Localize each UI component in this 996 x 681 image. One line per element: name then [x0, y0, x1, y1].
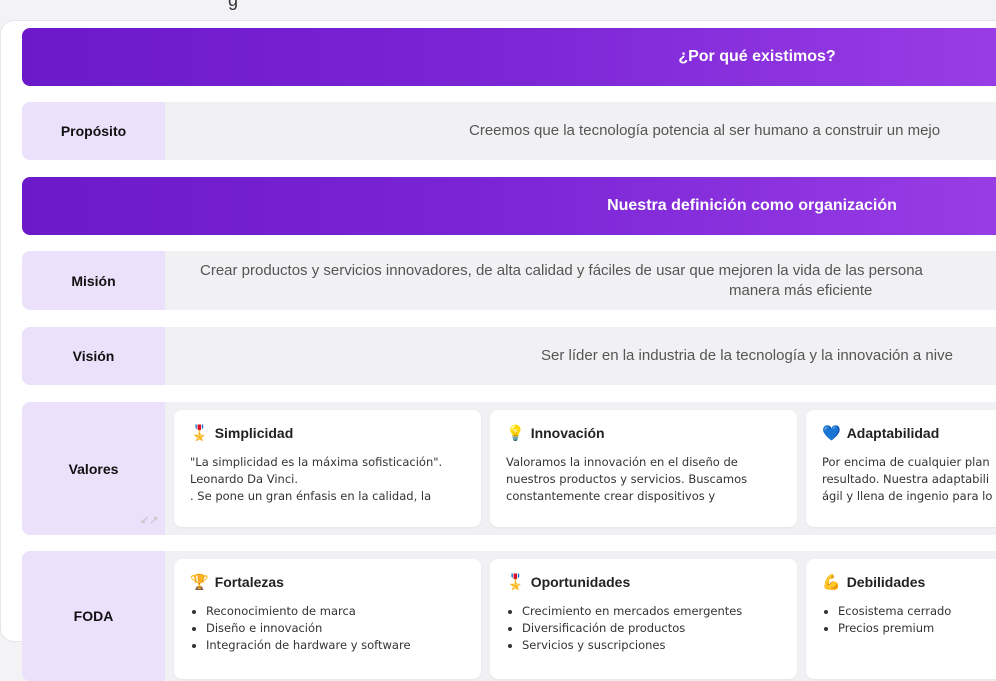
why-section-title: ¿Por qué existimos? [678, 48, 836, 65]
definition-section-title: Nuestra definición como organización [607, 197, 897, 214]
blue-heart-icon: 💙 [822, 425, 841, 442]
value-card-simplicidad[interactable]: 🎖️ Simplicidad "La simplicidad es la máxi… [174, 410, 481, 527]
list-item: Servicios y suscripciones [522, 637, 783, 654]
trophy-icon: 🏆 [190, 574, 209, 591]
value-card-title: Innovación [530, 425, 605, 441]
value-card-text: resultado. Nuestra adaptabili [822, 472, 990, 486]
mission-text-line-2: manera más eficiente [729, 282, 873, 299]
purpose-row: Propósito Creemos que la tecnología pote… [22, 102, 996, 160]
list-item: Ecosistema cerrado [838, 603, 996, 620]
value-card-adaptabilidad[interactable]: 💙 Adaptabilidad Por encima de cualquier p… [806, 410, 996, 527]
swot-card-fortalezas[interactable]: 🏆 Fortalezas Reconocimiento de marca Dise… [174, 559, 481, 679]
swot-card-title: Oportunidades [530, 574, 631, 590]
values-row: Valores ↙↗ 🎖️ Simplicidad "La simplicidad… [22, 402, 996, 535]
swot-label: FODA [22, 551, 165, 681]
list-item: Diversificación de productos [522, 620, 783, 637]
value-card-innovacion[interactable]: 💡 Innovación Valoramos la innovación en e… [490, 410, 797, 527]
medal-icon: 🎖️ [506, 574, 525, 591]
flexed-biceps-icon: 💪 [822, 574, 841, 591]
values-cards: 🎖️ Simplicidad "La simplicidad es la máxi… [174, 410, 996, 527]
swot-cards: 🏆 Fortalezas Reconocimiento de marca Dise… [174, 559, 996, 679]
lightbulb-icon: 💡 [506, 425, 525, 442]
mission-label: Misión [22, 251, 165, 310]
value-card-text: nuestros productos y servicios. Buscamos [506, 472, 748, 486]
value-card-text: "La simplicidad es la máxima sofisticaci… [190, 455, 443, 469]
resize-icon[interactable]: ↙↗ [140, 514, 158, 527]
value-card-text: Por encima de cualquier plan [822, 455, 990, 469]
swot-card-oportunidades[interactable]: 🎖️ Oportunidades Crecimiento en mercados … [490, 559, 797, 679]
mission-row: Misión Crear productos y servicios innov… [22, 251, 996, 310]
mission-text: Crear productos y servicios innovadores,… [165, 261, 996, 301]
value-card-text: Leonardo Da Vinci. [190, 472, 298, 486]
list-item: Reconocimiento de marca [206, 603, 467, 620]
mission-text-line-1: Crear productos y servicios innovadores,… [200, 262, 923, 279]
value-card-title: Adaptabilidad [846, 425, 940, 441]
value-card-text: ágil y llena de ingenio para lo [822, 489, 993, 503]
definition-section-header: Nuestra definición como organización [22, 177, 996, 235]
partial-heading: g [228, 0, 239, 10]
list-item: Diseño e innovación [206, 620, 467, 637]
swot-row: FODA 🏆 Fortalezas Reconocimiento de marca… [22, 551, 996, 681]
vision-text: Ser líder en la industria de la tecnolog… [541, 347, 953, 364]
purpose-label: Propósito [22, 102, 165, 160]
value-card-text: Valoramos la innovación en el diseño de [506, 455, 738, 469]
list-item: Integración de hardware y software [206, 637, 467, 654]
vision-label: Visión [22, 327, 165, 385]
swot-label-text: FODA [73, 608, 114, 624]
vision-row: Visión Ser líder en la industria de la t… [22, 327, 996, 385]
why-section-header: ¿Por qué existimos? [22, 28, 996, 86]
swot-card-title: Fortalezas [214, 574, 284, 590]
values-label: Valores ↙↗ [22, 402, 165, 535]
swot-card-title: Debilidades [846, 574, 926, 590]
value-card-text: constantemente crear dispositivos y [506, 489, 716, 503]
swot-card-debilidades[interactable]: 💪 Debilidades Ecosistema cerrado Precios … [806, 559, 996, 679]
value-card-text: . Se pone un gran énfasis en la calidad,… [190, 489, 432, 503]
values-label-text: Valores [68, 460, 119, 477]
list-item: Precios premium [838, 620, 996, 637]
list-item: Crecimiento en mercados emergentes [522, 603, 783, 620]
value-card-title: Simplicidad [214, 425, 294, 441]
medal-icon: 🎖️ [190, 425, 209, 442]
purpose-text: Creemos que la tecnología potencia al se… [469, 122, 941, 139]
